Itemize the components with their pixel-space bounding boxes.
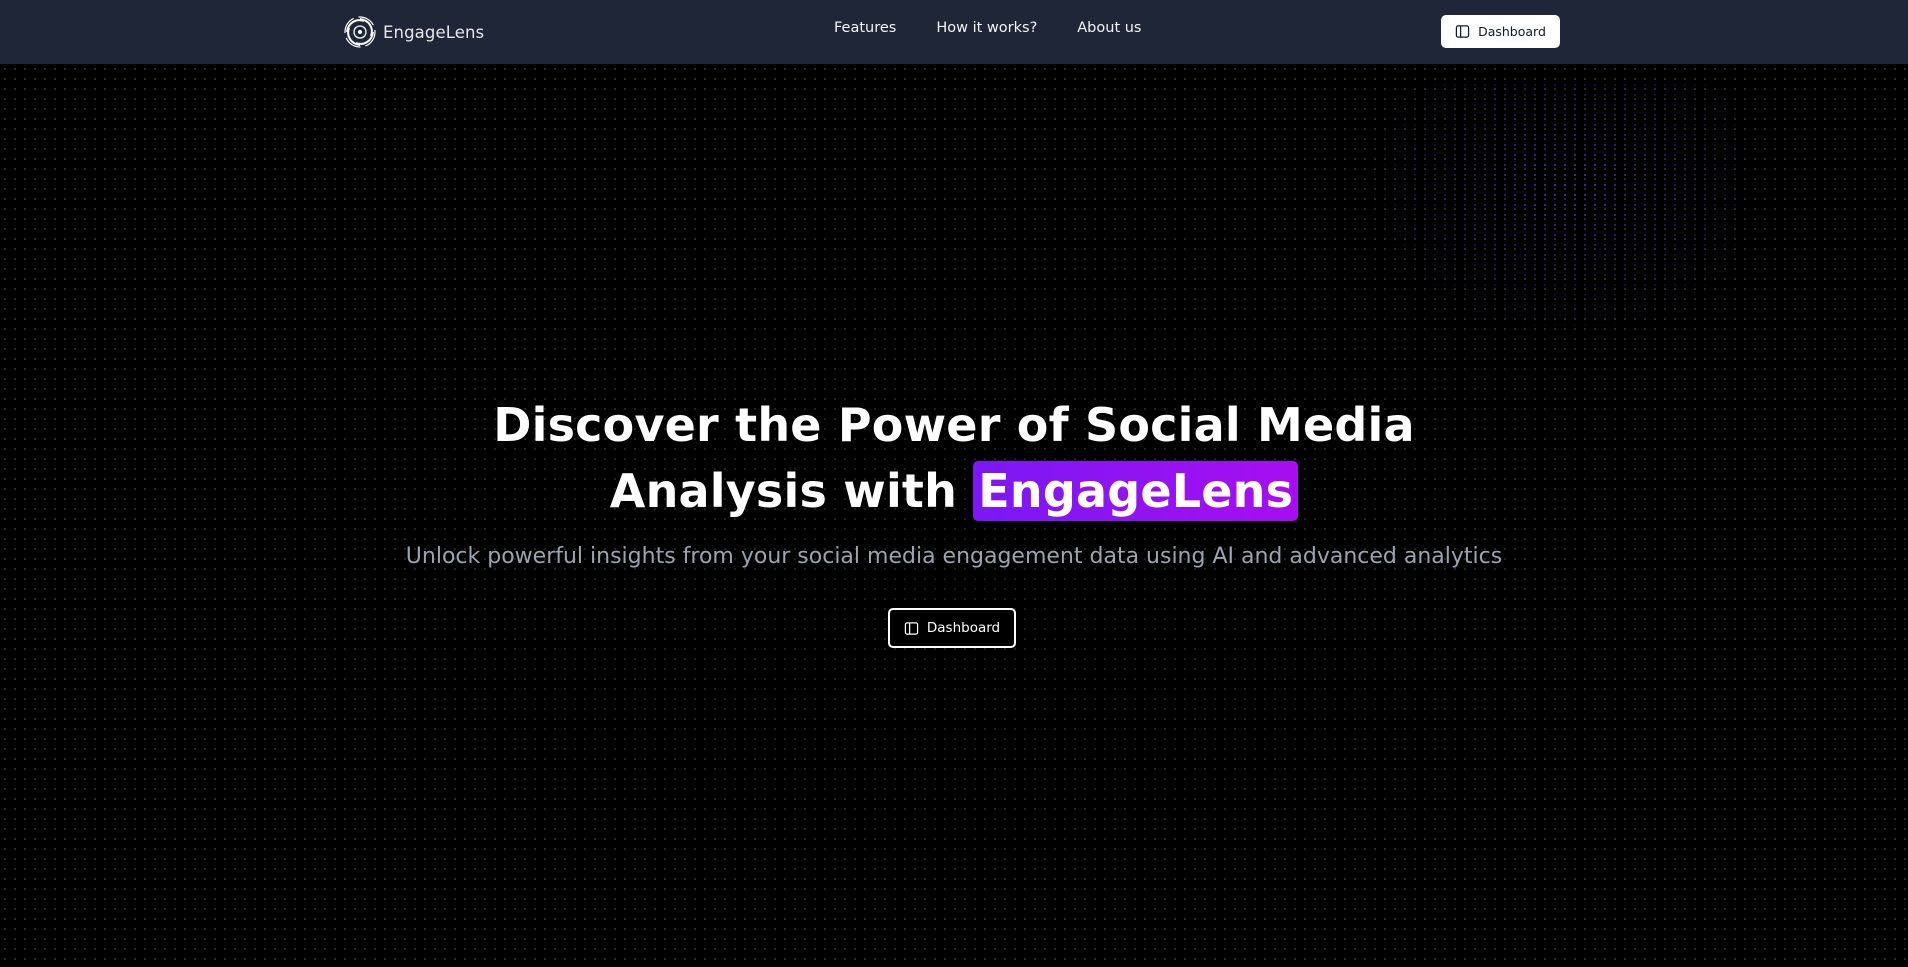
landing-page: EngageLens Features How it works? About … <box>0 0 1908 967</box>
top-navbar: EngageLens Features How it works? About … <box>0 0 1908 64</box>
sidebar-layout-icon <box>904 621 919 635</box>
hero-title-line1: Discover the Power of Social Media <box>493 398 1415 452</box>
brand-link[interactable]: EngageLens <box>344 15 484 49</box>
hero-dashboard-button[interactable]: Dashboard <box>888 608 1016 648</box>
sidebar-layout-icon <box>1455 25 1470 38</box>
nav-dashboard-label: Dashboard <box>1478 24 1546 39</box>
nav-links: Features How it works? About us <box>834 20 1142 36</box>
hero-title-highlight: EngageLens <box>973 461 1299 521</box>
nav-link-features[interactable]: Features <box>834 20 896 36</box>
nav-dashboard-button[interactable]: Dashboard <box>1441 15 1560 48</box>
hero-title-prefix: Analysis with <box>609 464 974 518</box>
nav-link-about-us[interactable]: About us <box>1077 20 1141 36</box>
hero-title-line2: Analysis with EngageLens <box>0 458 1908 524</box>
swirl-logo-icon <box>344 16 376 48</box>
hero-subtitle: Unlock powerful insights from your socia… <box>405 544 1503 569</box>
hero-title: Discover the Power of Social Media Analy… <box>0 392 1908 524</box>
brand-name: EngageLens <box>383 22 485 42</box>
nav-link-how-it-works[interactable]: How it works? <box>936 20 1037 36</box>
hero-dashboard-label: Dashboard <box>926 620 1001 636</box>
